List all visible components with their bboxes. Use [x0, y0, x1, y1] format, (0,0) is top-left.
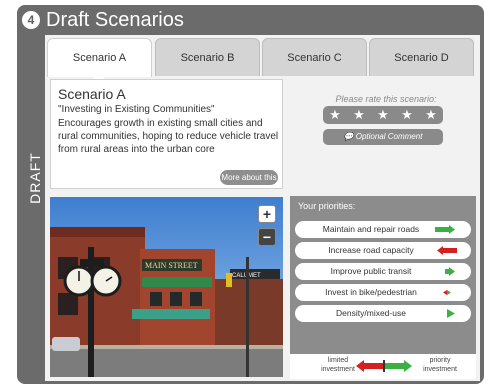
- more-about-button[interactable]: More about this: [220, 170, 278, 185]
- rate-prompt: Please rate this scenario:: [335, 94, 437, 104]
- zoom-out-button[interactable]: −: [258, 228, 276, 246]
- priorities-title: Your priorities:: [298, 201, 356, 211]
- arrow-right-icon: [445, 267, 455, 276]
- neutral-marker-icon: [443, 290, 451, 295]
- priorities-panel: Your priorities: Maintain and repair roa…: [290, 196, 476, 377]
- priority-label: Increase road capacity: [328, 245, 414, 255]
- priority-label: Invest in bike/pedestrian: [325, 287, 417, 297]
- panel-header: 4 Draft Scenarios: [17, 5, 484, 35]
- zoom-in-button[interactable]: +: [258, 205, 276, 223]
- priority-label: Improve public transit: [330, 266, 412, 276]
- star-icon[interactable]: ★: [401, 107, 413, 123]
- page-title: Draft Scenarios: [46, 9, 184, 31]
- priority-legend: limited investment priority investment: [290, 354, 476, 379]
- legend-scale-icon: [356, 360, 412, 372]
- star-icon[interactable]: ★: [353, 107, 365, 123]
- tab-scenario-b[interactable]: Scenario B: [155, 38, 260, 76]
- star-rating[interactable]: ★ ★ ★ ★ ★: [323, 106, 443, 124]
- main-street-sign: MAIN STREET: [145, 261, 198, 270]
- star-icon[interactable]: ★: [329, 107, 341, 123]
- star-icon[interactable]: ★: [425, 107, 437, 123]
- side-label: DRAFT SCENARIOS: [27, 132, 63, 223]
- tab-scenario-c[interactable]: Scenario C: [262, 38, 367, 76]
- priority-item-roads: Maintain and repair roads: [295, 221, 471, 238]
- priority-item-density: Density/mixed-use: [295, 305, 471, 322]
- priority-label: Density/mixed-use: [336, 308, 406, 318]
- arrow-right-icon: [435, 225, 455, 234]
- scenario-body: Encourages growth in existing small citi…: [58, 118, 279, 155]
- priority-label: Maintain and repair roads: [322, 224, 420, 234]
- priority-item-bike: Invest in bike/pedestrian: [295, 284, 471, 301]
- arrow-left-icon: [437, 246, 457, 255]
- legend-limited: limited investment: [321, 357, 355, 373]
- scenario-tabs: Scenario A Scenario B Scenario C Scenari…: [47, 38, 478, 77]
- scenario-subtitle: "Investing in Existing Communities": [58, 104, 215, 115]
- legend-priority: priority investment: [423, 357, 457, 373]
- priority-item-capacity: Increase road capacity: [295, 242, 471, 259]
- step-badge: 4: [22, 11, 40, 29]
- scenario-title: Scenario A: [58, 86, 126, 102]
- scenario-photo: MAIN STREET CALUMET: [50, 197, 283, 377]
- optional-comment-button[interactable]: 💬 Optional Comment: [323, 129, 443, 145]
- arrow-right-icon: [447, 309, 455, 318]
- speech-bubble-icon: 💬: [343, 132, 356, 141]
- star-icon[interactable]: ★: [377, 107, 389, 123]
- priority-item-transit: Improve public transit: [295, 263, 471, 280]
- optional-comment-label: Optional Comment: [355, 132, 423, 141]
- tab-scenario-d[interactable]: Scenario D: [369, 38, 474, 76]
